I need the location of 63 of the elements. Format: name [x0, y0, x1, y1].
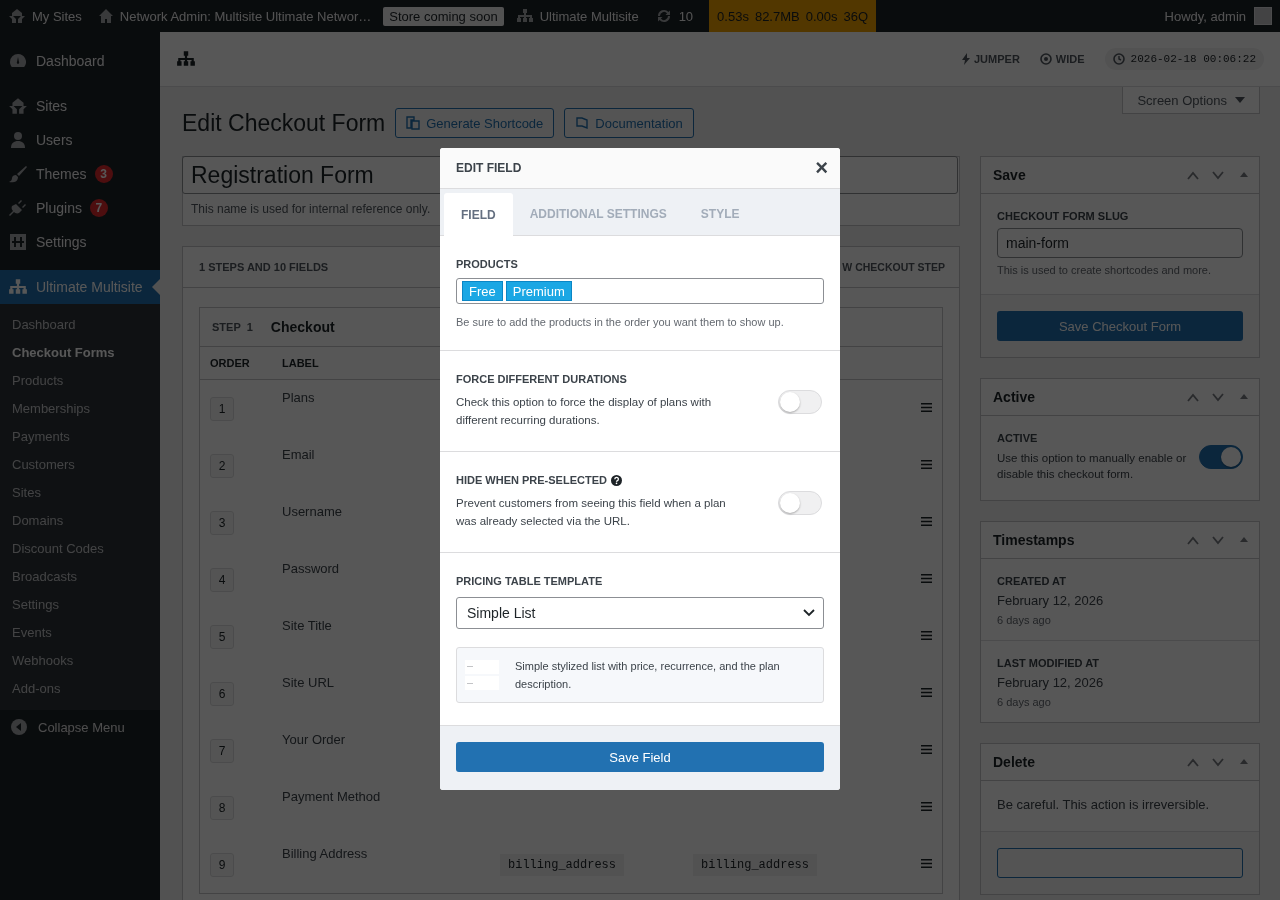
help-text: Be sure to add the products in the order you want them to show up. [456, 316, 785, 328]
menu-label: Settings [36, 234, 87, 250]
page-title: Edit Checkout Form [182, 109, 386, 137]
order-number: 9 [210, 853, 234, 877]
field-label: PRODUCTS [456, 258, 519, 270]
field-label: FORCE DIFFERENT DURATIONS [456, 373, 628, 385]
field-slug: billing_address [500, 854, 625, 876]
description-text: Prevent customers from seeing this field when a plan was already selected via the URL. [456, 496, 727, 529]
menu-label: Ultimate Multisite [36, 279, 143, 295]
menu-label: Users [36, 132, 73, 148]
field-label: HIDE WHEN PRE-SELECTED [456, 474, 746, 486]
order-number: 5 [210, 625, 234, 649]
box-title: Delete [993, 754, 1036, 770]
box-title: Timestamps [993, 532, 1075, 548]
field-label: Email [282, 447, 315, 462]
order-number: 3 [210, 511, 234, 535]
column-header: ORDER [209, 357, 251, 369]
count-badge: 3 [94, 165, 113, 183]
field-label: Plans [282, 390, 315, 405]
box-title: Active [993, 389, 1036, 405]
field-label: Payment Method [282, 789, 381, 804]
field-id: billing_address [693, 854, 818, 876]
field-label: ACTIVE [997, 432, 1039, 444]
field-label: Password [282, 561, 340, 576]
order-number: 8 [210, 796, 234, 820]
order-number: 7 [210, 739, 234, 763]
step-number: 1 [246, 321, 253, 333]
help-text: This name is used for internal reference only. [191, 202, 431, 216]
description-text: Check this option to force the display of plans with different recurring durations. [456, 395, 713, 428]
description-text: Use this option to manually enable or disable this checkout form. [997, 451, 1188, 482]
field-label: LAST MODIFIED AT [997, 657, 1101, 669]
field-label: Username [282, 504, 342, 519]
performance-metric: 36Q [843, 8, 869, 24]
menu-label: Sites [36, 98, 68, 114]
order-number: 6 [210, 682, 234, 706]
field-label: Site Title [282, 618, 332, 633]
step-title: Checkout [270, 319, 335, 335]
column-header: LABEL [282, 357, 320, 369]
timestamp-date: February 12, 2026 [997, 675, 1105, 690]
field-label: CHECKOUT FORM SLUG [997, 210, 1130, 222]
box-title: Save [993, 167, 1026, 183]
menu-label: Plugins [36, 200, 82, 216]
performance-metric: 0.00s [805, 8, 838, 24]
count-badge: 7 [89, 199, 108, 217]
field-label: PRICING TABLE TEMPLATE [456, 575, 604, 587]
order-number: 4 [210, 568, 234, 592]
step-label: STEP [212, 321, 241, 333]
menu-label: Dashboard [36, 53, 105, 69]
field-label: Site URL [282, 675, 335, 690]
field-label: CREATED AT [997, 575, 1067, 587]
clock-chip: 2026-02-18 00:06:22 [1104, 48, 1264, 70]
timestamp-date: February 12, 2026 [997, 593, 1105, 608]
template-description: Simple stylized list with price, recurrence, and the plan description. [515, 659, 781, 692]
steps-summary: 1 STEPS AND 10 FIELDS [199, 261, 329, 273]
performance-metric: 82.7MB [754, 8, 800, 24]
field-label: Your Order [282, 732, 346, 747]
warning-text: Be careful. This action is irreversible. [997, 797, 1211, 813]
performance-metric: 0.53s [717, 8, 749, 24]
order-number: 2 [210, 454, 234, 478]
dialog-title: EDIT FIELD [456, 161, 522, 175]
order-number: 1 [210, 397, 234, 421]
menu-label: Themes [36, 166, 87, 182]
field-label: Billing Address [282, 846, 368, 861]
